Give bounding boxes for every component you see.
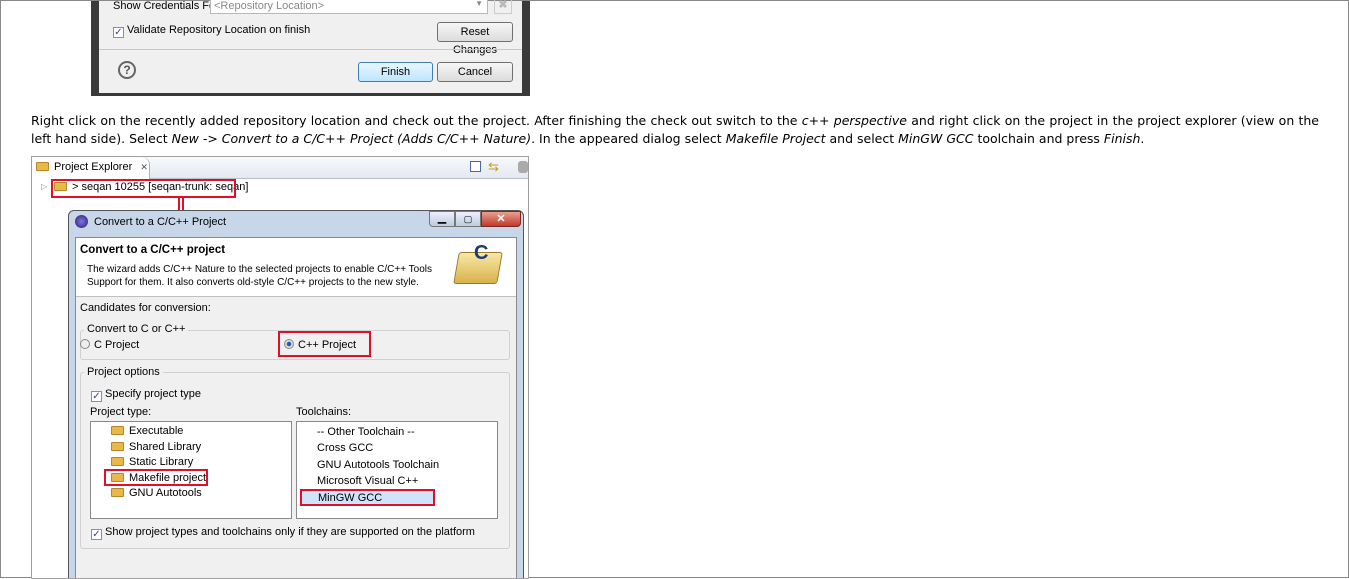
credentials-value: <Repository Location> — [214, 0, 325, 12]
credentials-label: Show Credentials For: — [113, 0, 222, 12]
dialog-body: Show Credentials For: <Repository Locati… — [99, 0, 522, 93]
highlight-box — [278, 331, 371, 357]
view-menu-icon[interactable] — [518, 161, 528, 173]
text: . — [1140, 131, 1145, 146]
finish-button[interactable]: Finish — [358, 62, 433, 82]
highlight-box — [104, 469, 208, 486]
help-icon[interactable]: ? — [118, 61, 136, 79]
folder-icon — [111, 457, 124, 466]
checkbox-label: Show project types and toolchains only i… — [105, 526, 475, 538]
emphasis: Finish — [1103, 131, 1141, 146]
list-item[interactable]: Executable — [111, 425, 183, 437]
item-label: GNU Autotools — [129, 487, 202, 499]
list-item[interactable]: Static Library — [111, 456, 193, 468]
item-label: Shared Library — [129, 441, 202, 453]
toolchains-list[interactable]: -- Other Toolchain -- Cross GCC GNU Auto… — [296, 421, 498, 519]
specify-type-checkbox[interactable]: ✓ Specify project type — [91, 388, 201, 402]
delete-icon[interactable]: ✖ — [494, 0, 512, 14]
list-item[interactable]: Shared Library — [111, 441, 201, 453]
header-description: The wizard adds C/C++ Nature to the sele… — [87, 264, 433, 275]
tab-project-explorer[interactable]: Project Explorer ✕ — [32, 157, 150, 179]
text: . In the appeared dialog select — [531, 131, 726, 146]
eclipse-icon — [75, 215, 88, 228]
project-type-list[interactable]: Executable Shared Library Static Library… — [90, 421, 292, 519]
list-item[interactable]: -- Other Toolchain -- — [317, 426, 415, 438]
wizard-header: Convert to a C/C++ project The wizard ad… — [76, 238, 516, 297]
header-description: Support for them. It also converts old-s… — [87, 277, 419, 288]
c-letter-icon: C — [474, 242, 489, 264]
list-item[interactable]: Cross GCC — [317, 442, 373, 454]
radio-c-project[interactable]: C Project — [80, 339, 139, 351]
list-item[interactable]: GNU Autotools — [111, 487, 202, 499]
toolchains-label: Toolchains: — [296, 406, 352, 418]
convert-group-label: Convert to C or C++ — [84, 323, 189, 335]
header-title: Convert to a C/C++ project — [80, 244, 226, 256]
validate-label: Validate Repository Location on finish — [127, 24, 311, 36]
instruction-paragraph: Right click on the recently added reposi… — [31, 112, 1319, 148]
tab-label: Project Explorer — [54, 161, 133, 173]
close-button[interactable]: ✕ — [481, 211, 521, 227]
close-icon[interactable]: ✕ — [140, 162, 148, 172]
list-item[interactable]: Microsoft Visual C++ — [317, 475, 418, 487]
radio-label: C Project — [94, 339, 140, 351]
item-label: Executable — [129, 425, 184, 437]
folder-icon — [111, 488, 124, 497]
collapse-all-icon[interactable] — [470, 161, 481, 172]
cancel-button[interactable]: Cancel — [437, 62, 513, 82]
emphasis: Makefile Project — [725, 131, 826, 146]
list-item-selected[interactable]: MinGW GCC — [300, 489, 435, 506]
maximize-button[interactable]: ▢ — [455, 211, 481, 227]
folder-icon — [111, 426, 124, 435]
link-editor-icon[interactable]: ⇆ — [488, 159, 499, 175]
highlight-box — [51, 179, 236, 198]
dialog-content: Convert to a C/C++ project The wizard ad… — [75, 237, 517, 578]
convert-dialog: Convert to a C/C++ Project ▁ ▢ ✕ Convert… — [68, 210, 524, 578]
divider — [99, 49, 522, 50]
emphasis: c++ perspective — [801, 113, 907, 128]
validate-checkbox[interactable]: ✓ Validate Repository Location on finish — [113, 24, 310, 38]
chevron-down-icon: ▼ — [475, 0, 483, 8]
item-label: Static Library — [129, 456, 194, 468]
folder-icon — [111, 442, 124, 451]
minimize-button[interactable]: ▁ — [429, 211, 455, 227]
checkbox-icon: ✓ — [91, 391, 102, 402]
radio-icon — [80, 339, 90, 349]
text: Right click on the recently added reposi… — [31, 113, 802, 128]
folder-icon — [36, 162, 49, 171]
convert-project-screenshot: Project Explorer ✕ ⇆ ▷ > seqan 10255 [se… — [31, 156, 529, 579]
dialog-title: Convert to a C/C++ Project — [94, 216, 227, 228]
options-group-label: Project options — [84, 366, 163, 378]
text: and select — [825, 131, 899, 146]
explorer-toolbar: Project Explorer ✕ ⇆ — [32, 157, 528, 179]
text: toolchain and press — [973, 131, 1104, 146]
checkbox-label: Specify project type — [105, 388, 201, 400]
project-type-label: Project type: — [90, 406, 152, 418]
emphasis: New -> Convert to a C/C++ Project (Adds … — [171, 131, 532, 146]
show-supported-checkbox[interactable]: ✓ Show project types and toolchains only … — [91, 526, 475, 540]
expand-icon[interactable]: ▷ — [41, 182, 47, 191]
list-item[interactable]: GNU Autotools Toolchain — [317, 459, 439, 471]
reset-changes-button[interactable]: Reset Changes — [437, 22, 513, 56]
repository-dialog-screenshot: Show Credentials For: <Repository Locati… — [91, 0, 530, 96]
emphasis: MinGW GCC — [898, 131, 974, 146]
checkbox-icon: ✓ — [113, 27, 124, 38]
checkbox-icon: ✓ — [91, 529, 102, 540]
credentials-select[interactable]: <Repository Location> ▼ — [210, 0, 488, 14]
candidates-label: Candidates for conversion: — [80, 302, 211, 314]
